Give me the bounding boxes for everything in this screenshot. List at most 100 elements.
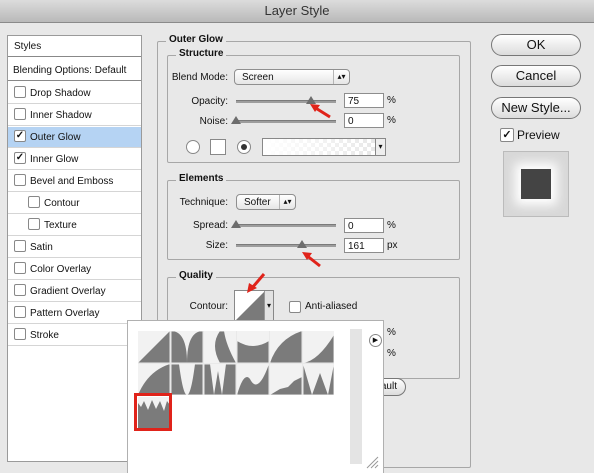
anti-aliased-checkbox[interactable] bbox=[289, 301, 301, 313]
chevron-up-down-icon: ▴▾ bbox=[333, 70, 349, 84]
sidebar-item-drop-shadow[interactable]: Drop Shadow bbox=[8, 83, 141, 104]
chevron-up-down-icon: ▴▾ bbox=[279, 195, 295, 209]
inner-glow-checkbox[interactable]: ✓ bbox=[14, 152, 26, 165]
preview-box bbox=[503, 151, 569, 217]
sidebar-item-blending-options[interactable]: Blending Options: Default bbox=[8, 60, 141, 81]
cancel-button[interactable]: Cancel bbox=[491, 65, 581, 87]
size-label: Size: bbox=[205, 240, 228, 251]
blend-mode-label: Blend Mode: bbox=[171, 72, 228, 83]
contour-preset-popup: ▶ bbox=[127, 320, 384, 473]
annotation-highlight-box bbox=[134, 393, 172, 431]
sidebar-item-inner-shadow[interactable]: Inner Shadow bbox=[8, 105, 141, 126]
sidebar-item-outer-glow[interactable]: ✓ Outer Glow bbox=[8, 127, 141, 148]
styles-sidebar: Styles Blending Options: Default Drop Sh… bbox=[7, 35, 142, 462]
stroke-checkbox[interactable] bbox=[14, 328, 26, 341]
contour-label: Contour: bbox=[189, 301, 228, 312]
chevron-down-icon: ▾ bbox=[264, 291, 273, 321]
contour-preview-icon bbox=[236, 292, 264, 320]
sidebar-item-stroke[interactable]: Stroke bbox=[8, 325, 141, 346]
color-radio[interactable] bbox=[186, 140, 200, 154]
annotation-arrow-icon bbox=[310, 104, 331, 119]
outer-glow-title: Outer Glow bbox=[166, 34, 226, 45]
sidebar-item-bevel-emboss[interactable]: Bevel and Emboss bbox=[8, 171, 141, 192]
opacity-input[interactable]: 75 bbox=[344, 93, 384, 108]
contour-checkbox[interactable] bbox=[28, 196, 40, 209]
jitter-unit: % bbox=[387, 348, 396, 359]
sidebar-item-label: Pattern Overlay bbox=[30, 308, 100, 319]
technique-label: Technique: bbox=[179, 197, 228, 208]
size-slider-thumb[interactable] bbox=[297, 240, 307, 248]
sidebar-item-label: Inner Glow bbox=[30, 154, 79, 165]
sidebar-item-label: Drop Shadow bbox=[30, 88, 91, 99]
blend-mode-select[interactable]: Screen ▴▾ bbox=[234, 69, 350, 85]
sidebar-item-label: Stroke bbox=[30, 330, 59, 341]
preview-checkbox[interactable]: ✓ bbox=[500, 128, 514, 142]
satin-checkbox[interactable] bbox=[14, 240, 26, 253]
sidebar-item-gradient-overlay[interactable]: Gradient Overlay bbox=[8, 281, 141, 302]
texture-checkbox[interactable] bbox=[28, 218, 40, 231]
radio-dot-icon bbox=[241, 144, 247, 150]
pattern-overlay-checkbox[interactable] bbox=[14, 306, 26, 319]
gradient-radio[interactable] bbox=[237, 140, 251, 154]
color-overlay-checkbox[interactable] bbox=[14, 262, 26, 275]
gradient-overlay-checkbox[interactable] bbox=[14, 284, 26, 297]
chevron-down-icon: ▾ bbox=[375, 139, 385, 155]
structure-title: Structure bbox=[176, 48, 227, 59]
size-input[interactable]: 161 bbox=[344, 238, 384, 253]
outer-glow-checkbox[interactable]: ✓ bbox=[14, 130, 26, 143]
drop-shadow-checkbox[interactable] bbox=[14, 86, 26, 99]
contour-popup-scrollbar[interactable] bbox=[350, 329, 362, 464]
noise-input[interactable]: 0 bbox=[344, 113, 384, 128]
color-swatch[interactable] bbox=[210, 139, 226, 155]
anti-aliased-label: Anti-aliased bbox=[305, 301, 358, 312]
sidebar-item-color-overlay[interactable]: Color Overlay bbox=[8, 259, 141, 280]
elements-title: Elements bbox=[176, 173, 227, 184]
sidebar-item-label: Bevel and Emboss bbox=[30, 176, 114, 187]
spread-label: Spread: bbox=[192, 220, 228, 231]
sidebar-item-contour[interactable]: Contour bbox=[8, 193, 141, 214]
contour-grid bbox=[137, 330, 335, 396]
sidebar-item-label: Color Overlay bbox=[30, 264, 92, 275]
sidebar-item-styles[interactable]: Styles bbox=[8, 36, 141, 57]
noise-label: Noise: bbox=[199, 116, 228, 127]
technique-value: Softer bbox=[244, 197, 271, 208]
spread-slider[interactable] bbox=[231, 220, 336, 228]
sidebar-item-label: Blending Options: Default bbox=[13, 65, 127, 76]
sidebar-item-label: Gradient Overlay bbox=[30, 286, 106, 297]
sidebar-item-inner-glow[interactable]: ✓ Inner Glow bbox=[8, 149, 141, 170]
annotation-arrow-icon bbox=[302, 252, 321, 268]
ok-button[interactable]: OK bbox=[491, 34, 581, 56]
sidebar-item-pattern-overlay[interactable]: Pattern Overlay bbox=[8, 303, 141, 324]
noise-unit: % bbox=[387, 115, 396, 126]
resize-grip-icon[interactable] bbox=[365, 455, 379, 469]
sidebar-item-label: Outer Glow bbox=[30, 132, 81, 143]
noise-slider[interactable] bbox=[231, 116, 336, 124]
sidebar-item-label: Texture bbox=[44, 220, 77, 231]
annotation-arrow-icon bbox=[247, 273, 266, 293]
size-slider[interactable] bbox=[236, 240, 336, 248]
spread-input[interactable]: 0 bbox=[344, 218, 384, 233]
new-style-button[interactable]: New Style... bbox=[491, 97, 581, 119]
bevel-emboss-checkbox[interactable] bbox=[14, 174, 26, 187]
opacity-unit: % bbox=[387, 95, 396, 106]
range-unit: % bbox=[387, 327, 396, 338]
sidebar-item-label: Contour bbox=[44, 198, 80, 209]
noise-slider-thumb[interactable] bbox=[231, 116, 241, 124]
preview-label: Preview bbox=[517, 128, 560, 142]
spread-unit: % bbox=[387, 220, 396, 231]
spread-slider-thumb[interactable] bbox=[231, 220, 241, 228]
technique-select[interactable]: Softer ▴▾ bbox=[236, 194, 296, 210]
size-unit: px bbox=[387, 240, 398, 251]
contour-picker[interactable]: ▾ bbox=[234, 290, 274, 322]
sidebar-item-satin[interactable]: Satin bbox=[8, 237, 141, 258]
sidebar-item-label: Inner Shadow bbox=[30, 110, 92, 121]
sidebar-item-label: Satin bbox=[30, 242, 53, 253]
flyout-menu-icon[interactable]: ▶ bbox=[369, 334, 382, 347]
inner-shadow-checkbox[interactable] bbox=[14, 108, 26, 121]
blend-mode-value: Screen bbox=[242, 72, 274, 83]
gradient-picker[interactable]: ▾ bbox=[262, 138, 386, 156]
sidebar-item-label: Styles bbox=[14, 41, 42, 52]
window-title: Layer Style bbox=[0, 0, 594, 23]
quality-title: Quality bbox=[176, 270, 216, 281]
sidebar-item-texture[interactable]: Texture bbox=[8, 215, 141, 236]
